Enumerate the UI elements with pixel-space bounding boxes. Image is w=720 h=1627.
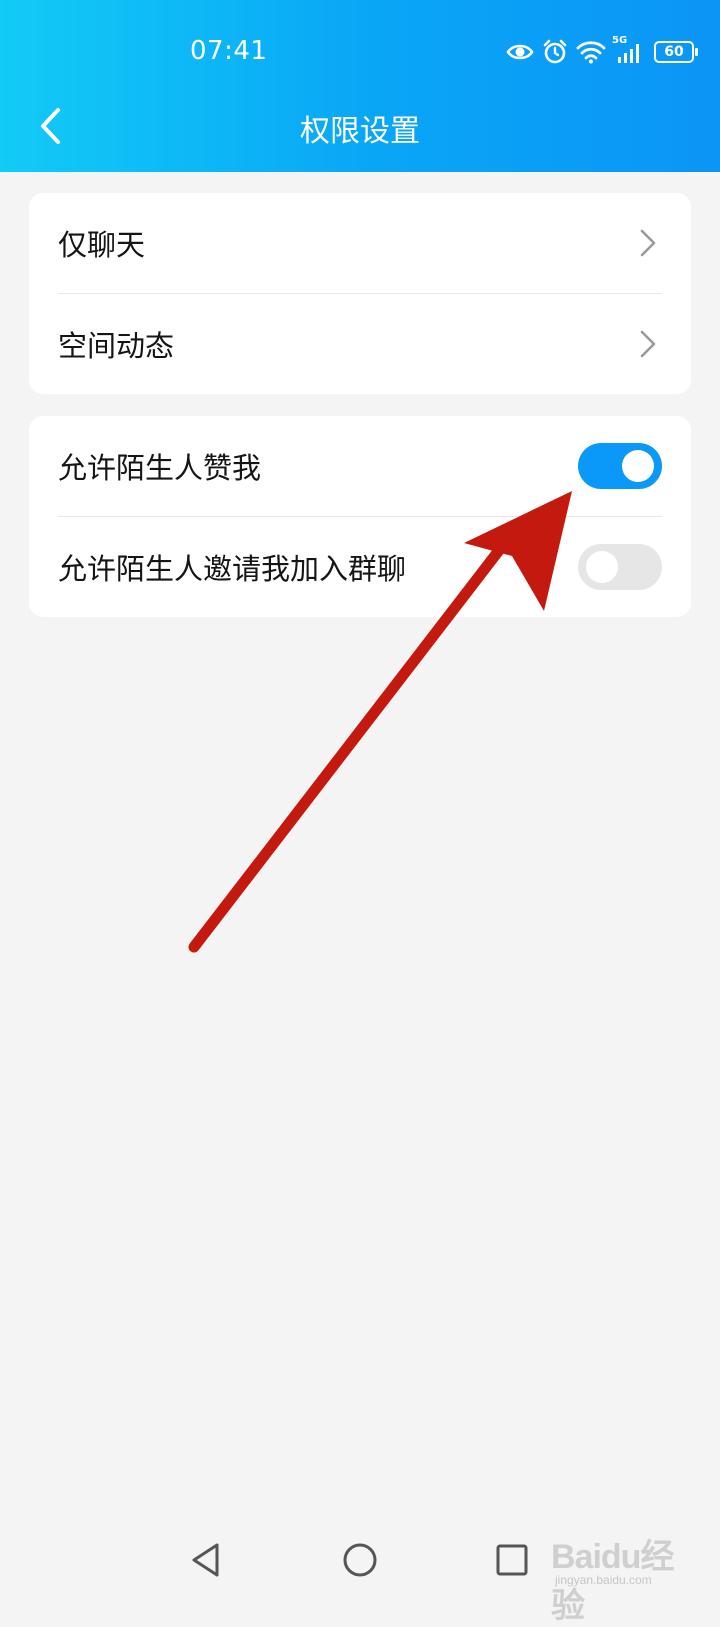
stranger-permissions-card: 允许陌生人赞我 允许陌生人邀请我加入群聊 — [29, 416, 691, 617]
allow-stranger-like-toggle[interactable] — [578, 443, 662, 489]
nav-recents-button[interactable] — [482, 1520, 542, 1600]
setting-row-allow-stranger-group-invite: 允许陌生人邀请我加入群聊 — [29, 517, 691, 617]
baidu-watermark: Baidu经验 jingyan.baidu.com — [551, 1515, 701, 1625]
battery-level: 60 — [664, 44, 684, 60]
chevron-right-icon — [640, 330, 656, 358]
chevron-right-icon — [640, 229, 656, 257]
home-circle-icon — [343, 1543, 377, 1577]
alarm-icon — [543, 39, 567, 64]
back-triangle-icon — [192, 1543, 219, 1577]
privacy-links-card: 仅聊天 空间动态 — [29, 193, 691, 394]
allow-stranger-group-invite-toggle[interactable] — [578, 544, 662, 590]
toggle-knob — [586, 551, 618, 583]
signal-icon: 5G — [612, 35, 646, 65]
menu-item-label: 空间动态 — [58, 329, 175, 363]
eye-icon — [506, 44, 534, 60]
recents-square-icon — [496, 1544, 528, 1576]
setting-label: 允许陌生人赞我 — [58, 451, 262, 485]
menu-item-label: 仅聊天 — [58, 228, 146, 262]
nav-back-button[interactable] — [176, 1520, 236, 1600]
header-bar: 07:41 5G 60 权限设置 — [0, 0, 720, 172]
page-title: 权限设置 — [300, 114, 420, 149]
status-time: 07:41 — [190, 36, 268, 66]
status-icons: 5G 60 — [506, 35, 698, 66]
setting-row-allow-stranger-like: 允许陌生人赞我 — [29, 416, 691, 516]
watermark-url: jingyan.baidu.com — [555, 1573, 652, 1587]
battery-icon: 60 — [654, 41, 698, 63]
menu-item-chat-only[interactable]: 仅聊天 — [29, 193, 691, 293]
toggle-knob — [622, 450, 654, 482]
menu-item-space-feed[interactable]: 空间动态 — [29, 294, 691, 394]
wifi-icon — [576, 41, 606, 64]
setting-label: 允许陌生人邀请我加入群聊 — [58, 552, 407, 586]
nav-home-button[interactable] — [330, 1520, 390, 1600]
